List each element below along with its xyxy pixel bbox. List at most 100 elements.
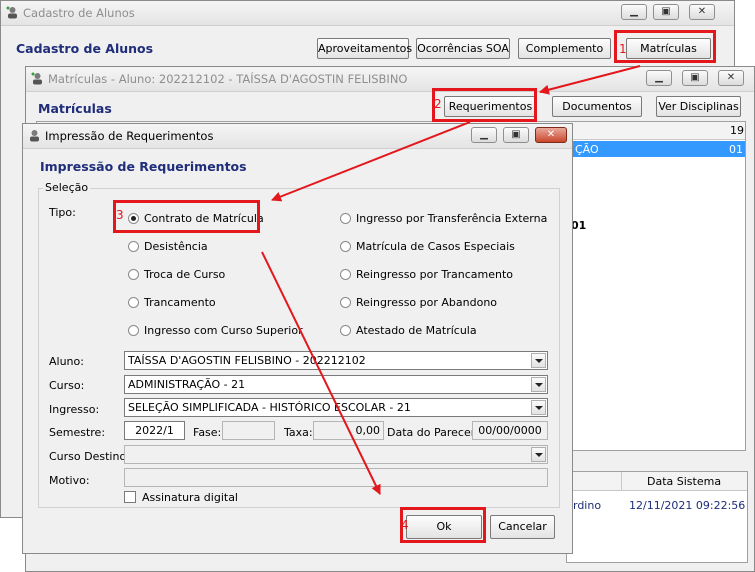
highlight-box-contrato [113, 200, 260, 233]
semestre-value: 2022/1 [135, 424, 174, 437]
aluno-value: TAÍSSA D'AGOSTIN FELISBINO - 202212102 [128, 354, 366, 367]
tipo-label: Tipo: [49, 206, 76, 219]
radio-label: Trancamento [144, 296, 216, 309]
chevron-down-icon[interactable] [531, 353, 546, 368]
ingresso-label: Ingresso: [49, 403, 100, 416]
page-title: Cadastro de Alunos [16, 41, 154, 56]
close-icon: ✕ [697, 6, 707, 17]
radio-label: Atestado de Matrícula [356, 324, 477, 337]
minimize-icon: ▁ [480, 129, 488, 140]
cancelar-button[interactable]: Cancelar [490, 515, 555, 539]
documentos-button[interactable]: Documentos [552, 96, 642, 117]
motivo-input[interactable] [124, 468, 548, 487]
radio-label: Troca de Curso [144, 268, 226, 281]
minimize-button[interactable]: ▁ [471, 127, 497, 143]
curso-destino-select[interactable] [124, 445, 548, 464]
highlight-box-requerimentos [432, 88, 537, 122]
fase-label: Fase: [193, 426, 222, 439]
radio-label: Matrícula de Casos Especiais [356, 240, 515, 253]
motivo-label: Motivo: [49, 474, 90, 487]
fase-input[interactable] [222, 421, 275, 440]
minimize-icon: ▁ [655, 72, 663, 83]
complemento-button[interactable]: Complemento [518, 38, 611, 59]
grid-cell: ÇÃO [575, 143, 599, 156]
radio-label: Desistência [144, 240, 208, 253]
radio-label: Ingresso por Transferência Externa [356, 212, 548, 225]
close-button[interactable]: ✕ [535, 127, 567, 143]
grid-cell: 01 [571, 219, 587, 232]
step-number-1: 1 [619, 42, 627, 56]
semestre-label: Semestre: [49, 426, 106, 439]
radio-button[interactable] [128, 241, 139, 252]
selecao-group-label: Seleção [43, 181, 91, 194]
chevron-down-icon[interactable] [531, 447, 546, 462]
assinatura-digital-checkbox[interactable] [124, 491, 136, 503]
cadastro-alunos-titlebar[interactable]: Cadastro de Alunos ▁ ▣ ✕ [1, 1, 734, 26]
chevron-down-icon[interactable] [531, 377, 546, 392]
maximize-button[interactable]: ▣ [503, 127, 529, 143]
highlight-box-ok [400, 507, 486, 543]
curso-select[interactable]: ADMINISTRAÇÃO - 21 [124, 375, 548, 394]
maximize-icon: ▣ [511, 129, 521, 140]
step-number-4: 4 [401, 518, 409, 532]
window-title: Impressão de Requerimentos [45, 129, 214, 143]
taxa-input[interactable]: 0,00 [313, 421, 384, 440]
maximize-button[interactable]: ▣ [682, 70, 708, 86]
aluno-label: Aluno: [49, 355, 84, 368]
minimize-icon: ▁ [630, 6, 638, 17]
ingresso-select[interactable]: SELEÇÃO SIMPLIFICADA - HISTÓRICO ESCOLAR… [124, 398, 548, 417]
radio-button[interactable] [340, 297, 351, 308]
close-icon: ✕ [726, 72, 736, 83]
curso-value: ADMINISTRAÇÃO - 21 [128, 378, 246, 391]
taxa-label: Taxa: [284, 426, 313, 439]
aluno-select[interactable]: TAÍSSA D'AGOSTIN FELISBINO - 202212102 [124, 351, 548, 370]
ocorrencias-soa-button[interactable]: Ocorrências SOA [416, 38, 510, 59]
close-button[interactable]: ✕ [689, 4, 715, 20]
grid-cell: 12/11/2021 09:22:56 [629, 499, 746, 512]
curso-label: Curso: [49, 379, 85, 392]
matriculas-titlebar[interactable]: Matrículas - Aluno: 202212102 - TAÍSSA D… [26, 67, 754, 92]
maximize-button[interactable]: ▣ [653, 4, 679, 20]
ingresso-value: SELEÇÃO SIMPLIFICADA - HISTÓRICO ESCOLAR… [128, 401, 411, 414]
data-parecer-value: 00/00/0000 [478, 424, 542, 437]
curso-destino-label: Curso Destino: [49, 450, 130, 463]
maximize-icon: ▣ [661, 6, 671, 17]
bottom-grid[interactable]: Data Sistema rdino 12/11/2021 09:22:56 [566, 471, 748, 563]
impressao-requerimentos-dialog: Impressão de Requerimentos ▁ ▣ ✕ Impress… [22, 123, 573, 554]
radio-button[interactable] [128, 269, 139, 280]
grid-col-divider [621, 472, 622, 490]
grid-col-header: Data Sistema [647, 475, 722, 488]
window-title: Matrículas - Aluno: 202212102 - TAÍSSA D… [48, 72, 408, 86]
step-number-3: 3 [116, 208, 124, 222]
grid-col-header: 19 [730, 124, 744, 137]
window-title: Cadastro de Alunos [23, 6, 135, 20]
close-button[interactable]: ✕ [718, 70, 744, 86]
assinatura-digital-label: Assinatura digital [142, 491, 238, 504]
ver-disciplinas-button[interactable]: Ver Disciplinas [656, 96, 741, 117]
radio-label: Reingresso por Trancamento [356, 268, 514, 281]
radio-button[interactable] [128, 297, 139, 308]
radio-button[interactable] [340, 213, 351, 224]
close-icon: ✕ [546, 129, 556, 140]
app-user-icon [31, 72, 42, 85]
app-user-icon [30, 130, 39, 142]
radio-button[interactable] [128, 325, 139, 336]
data-parecer-input[interactable]: 00/00/0000 [472, 421, 548, 440]
page-title: Matrículas [38, 101, 112, 116]
chevron-down-icon[interactable] [531, 400, 546, 415]
radio-button[interactable] [340, 269, 351, 280]
semestre-input[interactable]: 2022/1 [124, 421, 185, 440]
grid-cell: 01 [729, 143, 743, 156]
minimize-button[interactable]: ▁ [621, 4, 647, 20]
highlight-box-matriculas [614, 30, 716, 63]
radio-button[interactable] [340, 325, 351, 336]
taxa-value: 0,00 [355, 424, 381, 437]
radio-button[interactable] [340, 241, 351, 252]
dialog-titlebar[interactable]: Impressão de Requerimentos ▁ ▣ ✕ [23, 124, 572, 149]
minimize-button[interactable]: ▁ [646, 70, 672, 86]
dialog-heading: Impressão de Requerimentos [40, 159, 247, 174]
step-number-2: 2 [434, 97, 442, 111]
grid-cell: rdino [573, 499, 602, 512]
radio-label: Reingresso por Abandono [356, 296, 498, 309]
aproveitamentos-button[interactable]: Aproveitamentos [317, 38, 412, 59]
